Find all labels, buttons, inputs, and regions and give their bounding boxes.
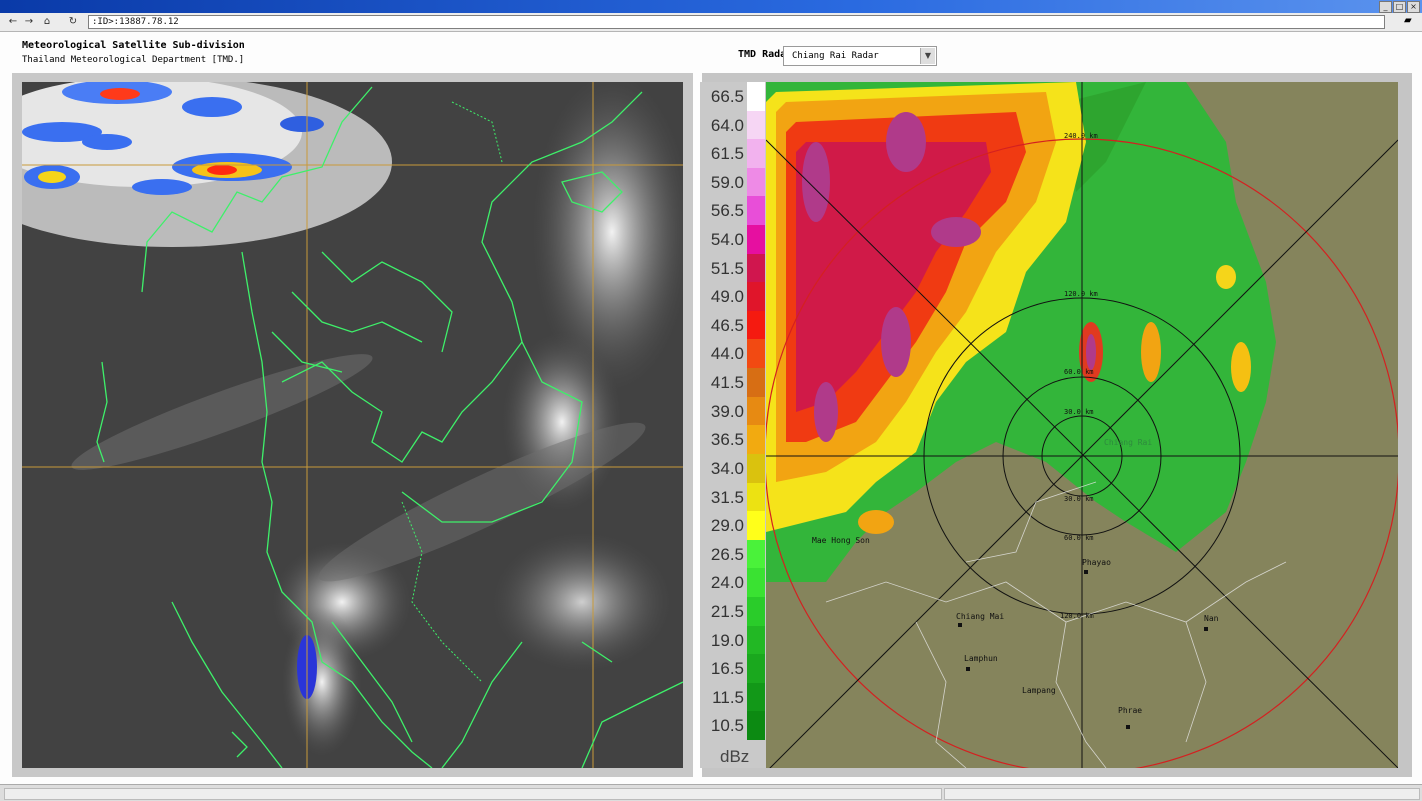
dbz-unit-label: dBz: [720, 747, 750, 766]
range-ring-label: 60.0 km: [1064, 534, 1094, 542]
town-label: Phrae: [1118, 706, 1143, 715]
home-icon[interactable]: ⌂: [40, 15, 54, 29]
dbz-scale: 66.5 64.0 61.5 59.0 56.5 54.0 51.5 49.0 46.5 44.0…: [700, 82, 766, 768]
status-bar: [0, 784, 1422, 801]
scale-swatch: [747, 139, 765, 169]
range-ring-label: 30.0 km: [1064, 408, 1094, 416]
scale-swatch: [747, 625, 765, 655]
scale-swatch: [747, 282, 765, 312]
town-label: Lamphun: [964, 654, 998, 663]
radar-image: 240.0 km 120.0 km 60.0 km 30.0 km 30.0 km 60.…: [766, 82, 1398, 768]
scale-swatch: [747, 225, 765, 255]
scale-label: 16.5: [710, 659, 744, 679]
range-ring-label: 240.0 km: [1064, 132, 1098, 140]
scale-swatch: [747, 482, 765, 512]
scale-swatch: [747, 453, 765, 483]
scale-swatch: [747, 339, 765, 369]
range-ring-label: 120.0 km: [1060, 612, 1094, 620]
scale-swatch: [747, 196, 765, 226]
scale-label: 11.5: [712, 687, 744, 707]
scale-label: 56.5: [710, 201, 744, 221]
page-subtitle: Thailand Meteorological Department [TMD.…: [22, 55, 245, 65]
scale-swatch: [747, 396, 765, 426]
scale-swatch: [747, 167, 765, 197]
scale-label: 49.0: [710, 287, 744, 307]
scale-label: 34.0: [710, 458, 744, 478]
scale-label: 24.0: [710, 573, 744, 593]
scale-swatch: [747, 682, 765, 712]
scale-label: 61.5: [710, 144, 744, 164]
scale-swatch: [747, 711, 765, 741]
forward-icon[interactable]: →: [22, 15, 36, 29]
scale-label: 64.0: [710, 115, 744, 135]
address-bar[interactable]: :ID>:13887.78.12: [88, 15, 1385, 29]
scale-label: 44.0: [710, 344, 744, 364]
town-label: Chiang Mai: [956, 612, 1005, 621]
town-label: Nan: [1204, 614, 1219, 623]
radar-center-label: Chiang Rai: [1104, 438, 1153, 447]
scale-swatch: [747, 425, 765, 455]
back-icon[interactable]: ←: [6, 15, 20, 29]
minimize-icon[interactable]: _: [1379, 1, 1392, 13]
scale-label: 54.0: [710, 230, 744, 250]
town-label: Mae Hong Son: [812, 536, 870, 545]
scale-label: 31.5: [710, 487, 744, 507]
browser-toolbar: ← → ⌂ ↻ :ID>:13887.78.12 ▰: [0, 13, 1422, 32]
close-icon[interactable]: ×: [1407, 1, 1420, 13]
radar-select[interactable]: Chiang Rai Radar ▼: [783, 46, 937, 66]
scale-swatch: [747, 596, 765, 626]
refresh-icon[interactable]: ↻: [66, 15, 80, 29]
scale-label: 41.5: [710, 373, 744, 393]
scale-swatch: [747, 368, 765, 398]
chevron-down-icon[interactable]: ▼: [920, 48, 935, 64]
scale-label: 39.0: [710, 401, 744, 421]
scale-swatch: [747, 568, 765, 598]
window-title-bar: _ □ ×: [0, 0, 1422, 13]
horizontal-scrollbar[interactable]: [4, 788, 942, 800]
satellite-image: [22, 82, 683, 768]
range-ring-label: 60.0 km: [1064, 368, 1094, 376]
scale-swatch: [747, 310, 765, 340]
maximize-icon[interactable]: □: [1393, 1, 1406, 13]
scale-swatch: [747, 654, 765, 684]
scale-label: 29.0: [710, 516, 744, 536]
scale-label: 26.5: [710, 544, 744, 564]
scale-label: 10.5: [710, 716, 744, 736]
scale-label: 66.5: [710, 87, 744, 106]
scale-label: 46.5: [710, 315, 744, 335]
scale-swatch: [747, 82, 765, 111]
scale-label: 36.5: [710, 430, 744, 450]
scale-label: 51.5: [710, 258, 744, 278]
page-content: Meteorological Satellite Sub-division Th…: [0, 32, 1422, 784]
status-segment: [944, 788, 1420, 800]
town-label: Phayao: [1082, 558, 1111, 567]
range-ring-label: 120.0 km: [1064, 290, 1098, 298]
scale-swatch: [747, 253, 765, 283]
scale-swatch: [747, 539, 765, 569]
range-ring-label: 30.0 km: [1064, 495, 1094, 503]
radar-select-value: Chiang Rai Radar: [792, 51, 879, 61]
folder-icon[interactable]: ▰: [1404, 15, 1416, 27]
scale-label: 19.0: [710, 630, 744, 650]
scale-label: 21.5: [710, 601, 744, 621]
scale-label: 59.0: [710, 172, 744, 192]
page-title: Meteorological Satellite Sub-division: [22, 40, 245, 51]
scale-swatch: [747, 110, 765, 140]
scale-swatch: [747, 511, 765, 541]
town-label: Lampang: [1022, 686, 1056, 695]
